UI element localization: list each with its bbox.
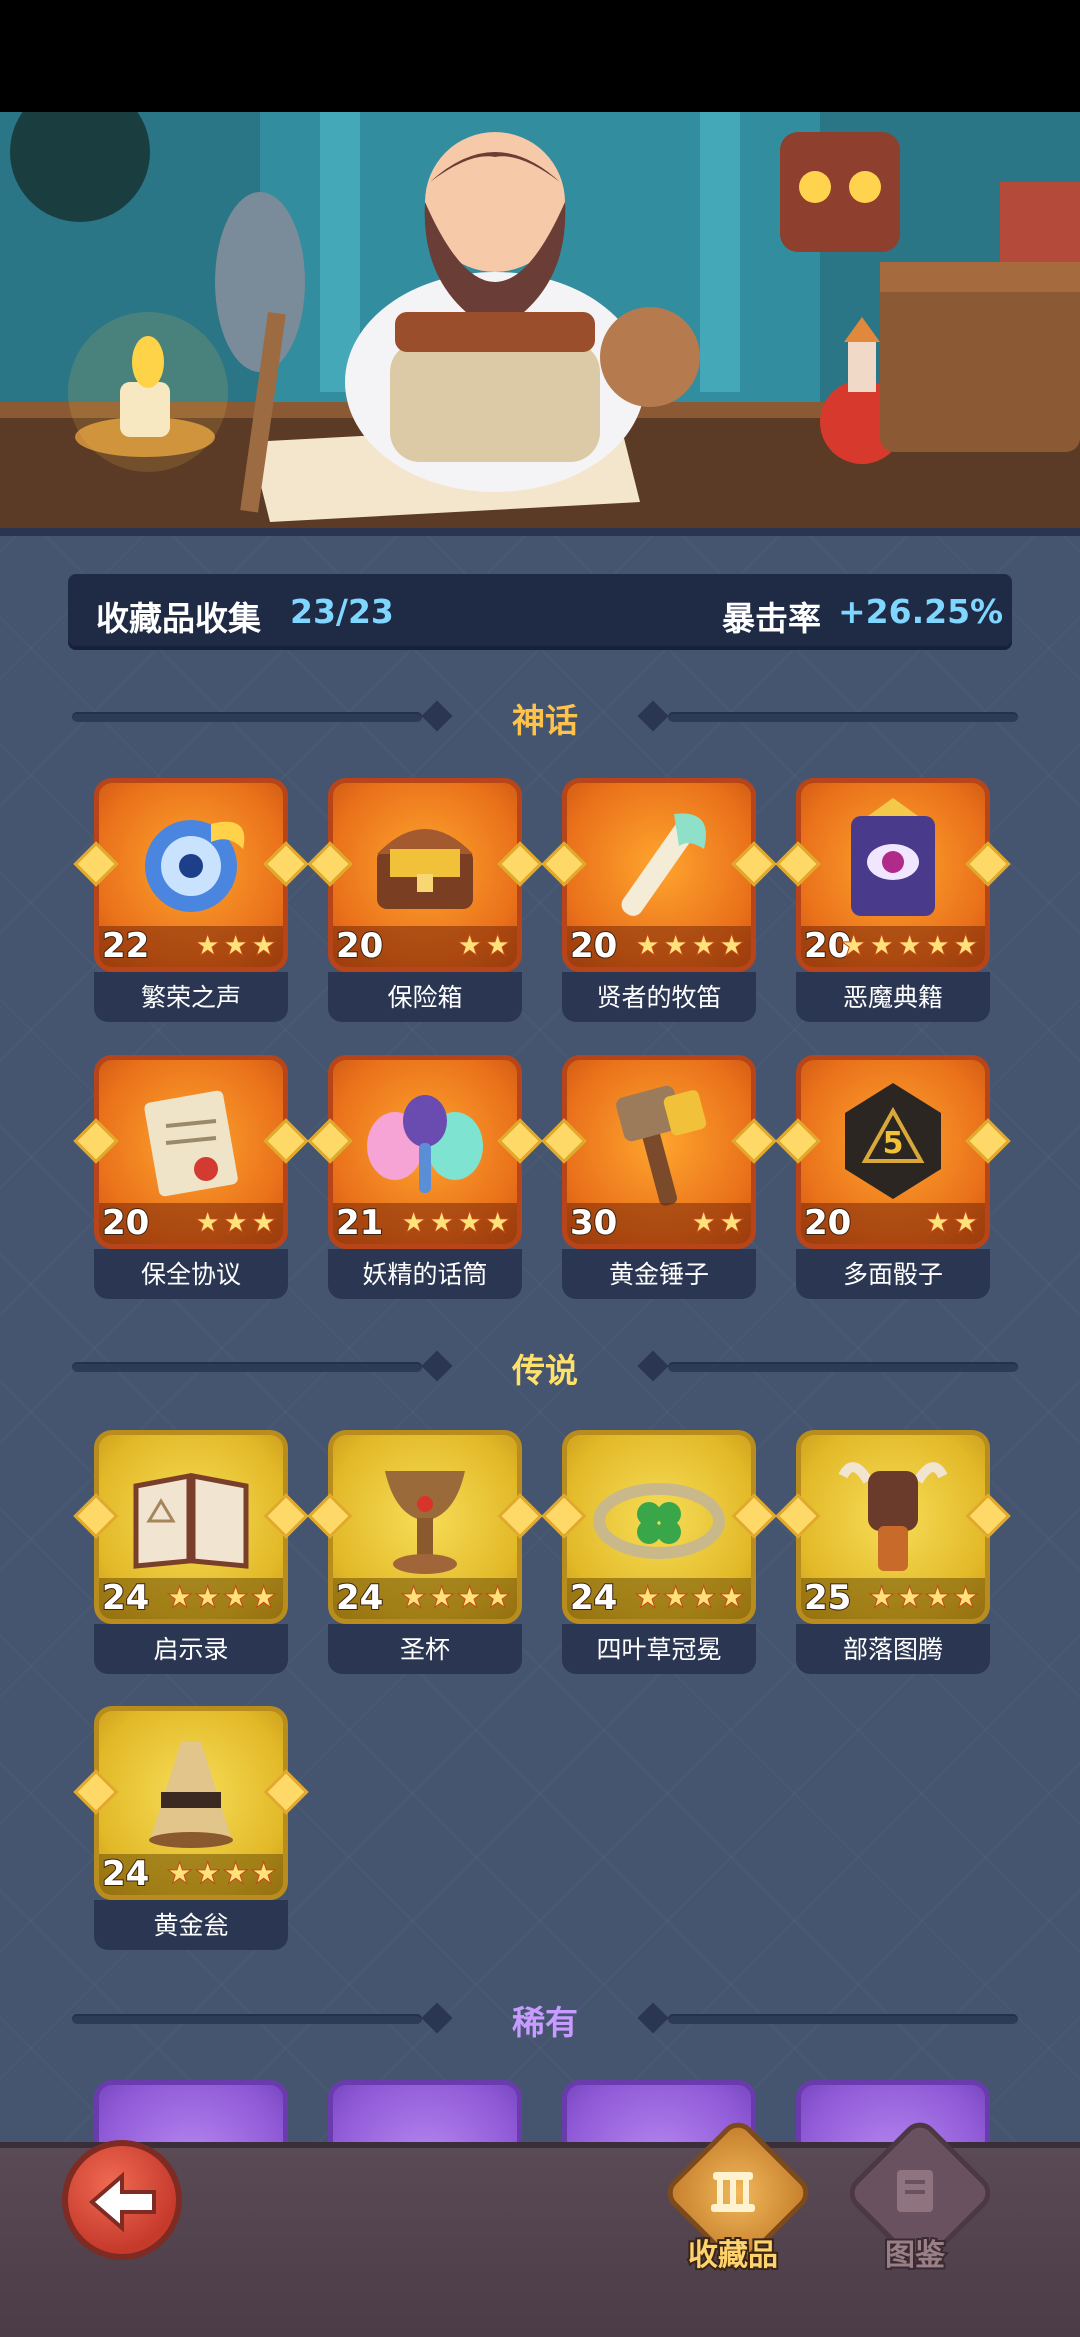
star-rating: ★ ★ ★ ★ ★: [841, 931, 978, 961]
collection-count: 23/23: [290, 592, 394, 631]
item-name: 繁荣之声: [140, 983, 241, 1012]
item-name: 恶魔典籍: [842, 983, 943, 1012]
collectible-card[interactable]: 21 ★ ★ ★ ★ 妖精的话筒: [307, 1055, 543, 1299]
crit-label: 暴击率: [722, 599, 821, 638]
item-name: 贤者的牧笛: [596, 983, 722, 1012]
flute-icon: [621, 813, 706, 916]
star-rating: ★ ★: [925, 1208, 978, 1238]
item-level: 24: [101, 1577, 150, 1619]
star-rating: ★ ★: [457, 931, 510, 961]
item-name: 启示录: [153, 1635, 229, 1664]
star-rating: ★ ★ ★ ★: [401, 1208, 510, 1238]
collectible-card[interactable]: 25 ★ ★ ★ ★ 部落图腾: [775, 1430, 1011, 1674]
collectible-card[interactable]: 20 ★ ★ 保险箱: [307, 778, 543, 1022]
star-rating: ★ ★ ★ ★: [167, 1583, 276, 1613]
clover-crown-icon: [593, 1483, 725, 1559]
grail-icon: [385, 1471, 465, 1574]
back-button[interactable]: [62, 2140, 182, 2260]
star-rating: ★ ★ ★ ★: [635, 931, 744, 961]
star-rating: ★ ★ ★: [195, 931, 276, 961]
item-name: 四叶草冠冕: [596, 1635, 722, 1664]
star-rating: ★ ★ ★ ★: [167, 1859, 276, 1889]
collectible-card[interactable]: 20 ★ ★ ★ ★ 贤者的牧笛: [541, 778, 777, 1022]
star-rating: ★ ★ ★ ★: [869, 1583, 978, 1613]
collectible-card[interactable]: 5 20 ★ ★ 多面骰子: [775, 1055, 1011, 1299]
collectible-card[interactable]: 24 ★ ★ ★ ★ 四叶草冠冕: [541, 1430, 777, 1674]
tab-collection-label: 收藏品: [686, 2236, 780, 2275]
item-name: 黄金瓮: [153, 1911, 229, 1940]
golden-urn-icon: [149, 1742, 233, 1848]
back-arrow-icon: [88, 2171, 156, 2233]
item-name: 妖精的话筒: [362, 1260, 488, 1289]
section-header-legendary: 传说: [72, 1344, 1018, 1390]
treasure-chest-icon: [377, 829, 473, 909]
golden-hammer-icon: [616, 1085, 707, 1206]
book-icon: [897, 2170, 933, 2212]
tab-codex-label: 图鉴: [883, 2236, 947, 2275]
contract-icon: [144, 1090, 238, 1197]
svg-text:5: 5: [883, 1126, 904, 1161]
collectible-card[interactable]: 22 ★ ★ ★ 繁荣之声: [73, 778, 309, 1022]
item-name: 多面骰子: [842, 1260, 943, 1289]
dice-icon: 5: [845, 1083, 941, 1199]
status-bar: [0, 0, 1080, 112]
totem-icon: [838, 1462, 948, 1571]
item-name: 保险箱: [387, 983, 463, 1012]
crit-value: +26.25%: [838, 592, 1004, 631]
tab-codex[interactable]: 图鉴: [840, 2115, 998, 2275]
horn-icon: [145, 820, 245, 912]
item-name: 圣杯: [399, 1635, 450, 1664]
item-level: 20: [803, 1202, 852, 1244]
collectible-card[interactable]: 24 ★ ★ ★ ★ 黄金瓮: [73, 1706, 309, 1950]
section-header-mythic: 神话: [72, 694, 1018, 740]
item-name: 部落图腾: [842, 1635, 943, 1664]
harp-icon: [711, 2172, 755, 2212]
collectible-card[interactable]: 24 ★ ★ ★ ★ 启示录: [73, 1430, 309, 1674]
collectible-card[interactable]: 20 ★ ★ ★ ★ ★ 恶魔典籍: [775, 778, 1011, 1022]
hero-banner: [0, 112, 1080, 536]
star-rating: ★ ★: [691, 1208, 744, 1238]
section-header-rare: 稀有: [72, 1996, 1018, 2042]
star-rating: ★ ★ ★: [195, 1208, 276, 1238]
collectible-card[interactable]: 30 ★ ★ 黄金锤子: [541, 1055, 777, 1299]
item-level: 20: [569, 925, 618, 967]
item-level: 20: [335, 925, 384, 967]
collection-label: 收藏品收集: [96, 599, 261, 638]
item-name: 保全协议: [140, 1260, 241, 1289]
item-level: 30: [569, 1202, 618, 1244]
item-level: 25: [803, 1577, 852, 1619]
item-level: 24: [335, 1577, 384, 1619]
collectible-card[interactable]: 24 ★ ★ ★ ★ 圣杯: [307, 1430, 543, 1674]
item-level: 24: [569, 1577, 618, 1619]
star-rating: ★ ★ ★ ★: [635, 1583, 744, 1613]
item-level: 24: [101, 1853, 150, 1895]
fairy-microphone-icon: [367, 1095, 483, 1193]
star-rating: ★ ★ ★ ★: [401, 1583, 510, 1613]
tab-collection[interactable]: 收藏品: [658, 2115, 816, 2275]
collectible-card[interactable]: 20 ★ ★ ★ 保全协议: [73, 1055, 309, 1299]
item-level: 20: [101, 1202, 150, 1244]
demon-tome-icon: [851, 798, 935, 916]
item-name: 黄金锤子: [608, 1260, 709, 1289]
book-icon: [133, 1472, 249, 1569]
collection-summary: 收藏品收集 23/23 暴击率 +26.25%: [68, 574, 1012, 650]
item-level: 21: [335, 1202, 384, 1244]
item-level: 22: [101, 925, 150, 967]
